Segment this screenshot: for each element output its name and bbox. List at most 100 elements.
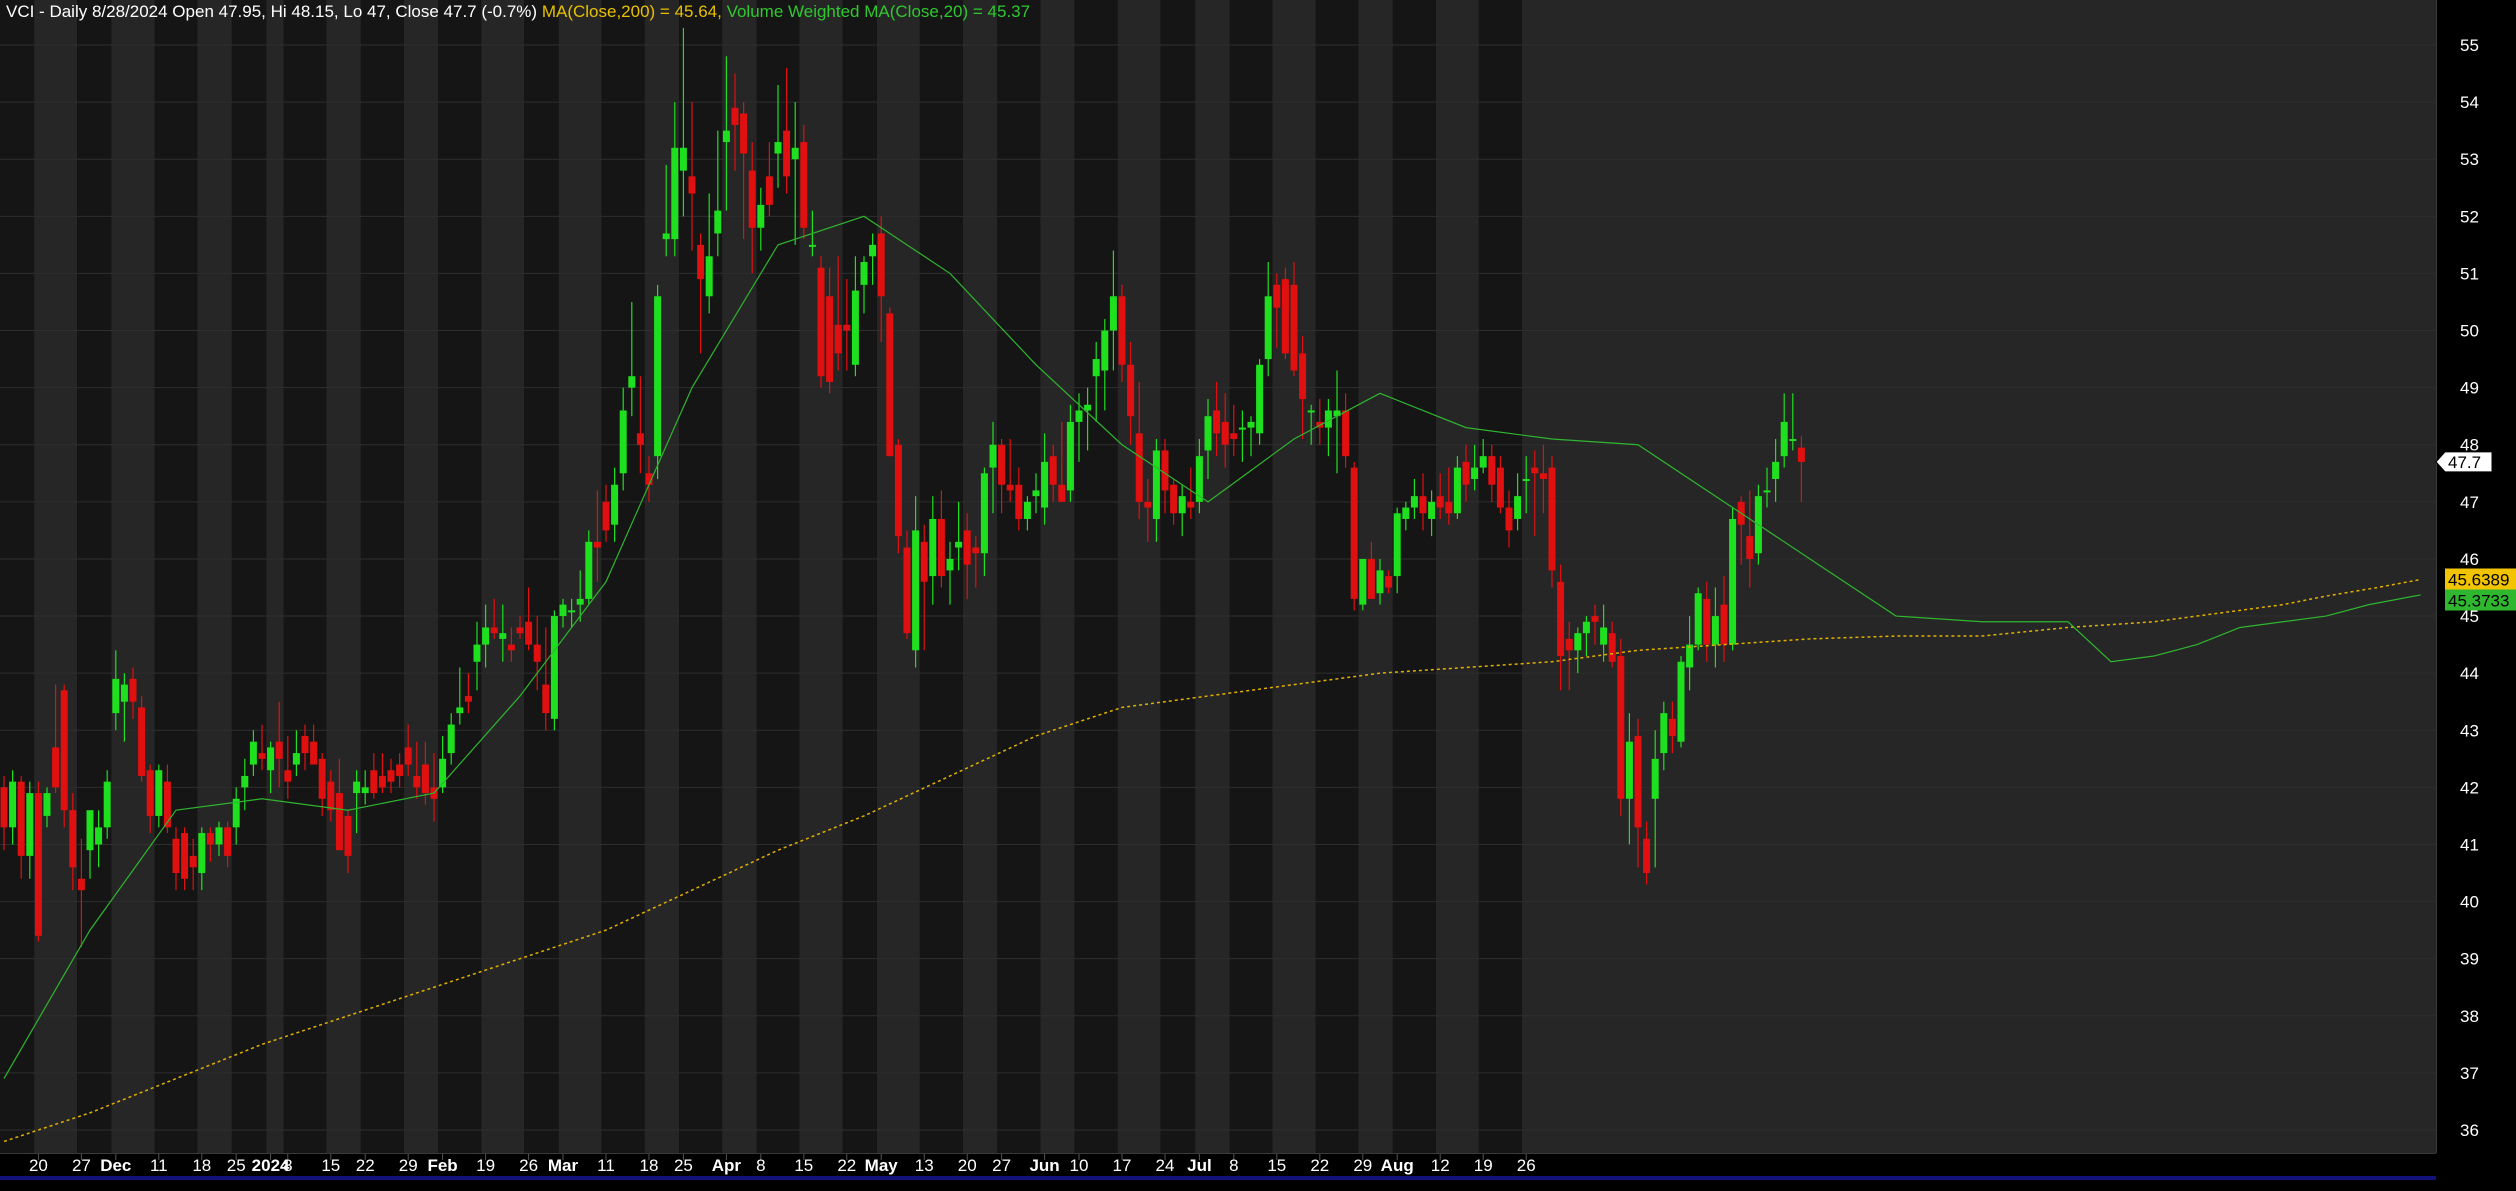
- candle: [800, 124, 808, 240]
- symbol-info: VCI - Daily 8/28/2024 Open 47.95, Hi 48.…: [6, 2, 538, 21]
- week-band: [266, 0, 284, 1153]
- week-band: [197, 0, 232, 1153]
- candle-body: [267, 747, 275, 771]
- vwma-price-label: 45.3733: [2448, 592, 2509, 611]
- candle-body: [1514, 496, 1522, 519]
- candle-body: [1711, 616, 1719, 645]
- week-band: [1074, 0, 1118, 1153]
- candle-body: [447, 724, 455, 754]
- candle-body: [1015, 484, 1023, 519]
- candle-body: [1643, 838, 1651, 874]
- week-band: [0, 0, 35, 1153]
- candle-body: [1780, 421, 1788, 457]
- week-band: [481, 0, 525, 1153]
- candle-body: [464, 696, 472, 702]
- candle-body: [1746, 536, 1754, 559]
- candle-body: [1144, 501, 1152, 508]
- price-chart[interactable]: 3637383940414243444546474849505152535455…: [0, 0, 2516, 1191]
- x-tick-label: 27: [992, 1156, 1011, 1175]
- y-tick-label: 47: [2460, 493, 2479, 512]
- x-tick-label: 29: [399, 1156, 418, 1175]
- candle-body: [757, 204, 765, 228]
- candle-body: [1023, 501, 1031, 519]
- candle-body: [258, 753, 266, 759]
- candle-body: [1075, 410, 1083, 422]
- candle-body: [611, 484, 619, 525]
- candle-body: [1204, 416, 1212, 451]
- candle-body: [1539, 473, 1547, 479]
- candle-body: [1178, 496, 1186, 514]
- candle-body: [937, 518, 945, 577]
- candle-body: [628, 376, 636, 388]
- candle-body: [155, 770, 163, 816]
- candle-body: [1385, 576, 1393, 588]
- candle-body: [0, 787, 8, 828]
- scroll-bar[interactable]: [0, 1176, 2436, 1180]
- candle-body: [1230, 433, 1238, 440]
- x-tick-label: 8: [1229, 1156, 1238, 1175]
- candle-body: [95, 827, 103, 845]
- candle-body: [1221, 421, 1229, 445]
- week-band: [962, 0, 998, 1153]
- candle-body: [619, 410, 627, 474]
- x-tick-label: 25: [227, 1156, 246, 1175]
- candle-body: [688, 176, 696, 194]
- candle-body: [912, 530, 920, 651]
- candle: [1359, 558, 1367, 611]
- candle-body: [318, 758, 326, 799]
- candle-body: [327, 781, 335, 811]
- x-tick-label: 13: [915, 1156, 934, 1175]
- candle-body: [301, 735, 309, 754]
- candle-body: [851, 290, 859, 365]
- x-tick-label: 22: [356, 1156, 375, 1175]
- candle-body: [1066, 421, 1074, 491]
- candle-body: [1264, 296, 1272, 360]
- candle-body: [585, 541, 593, 599]
- candle-body: [26, 793, 34, 856]
- week-band: [1521, 0, 2436, 1153]
- x-tick-label: 26: [519, 1156, 538, 1175]
- candle: [1729, 507, 1737, 651]
- candle-body: [34, 793, 42, 936]
- x-tick-label: 26: [1517, 1156, 1536, 1175]
- candle-body: [1789, 439, 1797, 442]
- chart-header: VCI - Daily 8/28/2024 Open 47.95, Hi 48.…: [6, 2, 1030, 22]
- candle-body: [671, 147, 679, 240]
- x-tick-label: 20: [29, 1156, 48, 1175]
- candle-body: [146, 770, 154, 816]
- candle-body: [1677, 661, 1685, 742]
- week-band: [1435, 0, 1479, 1153]
- last-price-tag: 47.7: [2435, 451, 2493, 473]
- candle-body: [189, 855, 197, 868]
- x-tick-label: 20: [958, 1156, 977, 1175]
- x-tick-label: 19: [1474, 1156, 1493, 1175]
- candle-body: [1058, 484, 1066, 502]
- y-tick-label: 43: [2460, 721, 2479, 740]
- candle-body: [1213, 410, 1221, 434]
- x-tick-label: 11: [150, 1156, 168, 1175]
- y-tick-label: 46: [2460, 550, 2479, 569]
- y-tick-label: 55: [2460, 36, 2479, 55]
- candle-body: [103, 781, 111, 828]
- candle-body: [1574, 633, 1582, 651]
- vwma-price-tag: 45.3733: [2445, 589, 2516, 611]
- candle-body: [654, 296, 662, 457]
- candle-body: [1608, 633, 1616, 662]
- candle-body: [576, 598, 584, 605]
- candle-body: [413, 775, 421, 788]
- candle-body: [1505, 507, 1513, 531]
- candle-body: [1651, 758, 1659, 799]
- candle-body: [1565, 638, 1573, 651]
- candle-body: [1290, 284, 1298, 371]
- week-bands: [0, 0, 2436, 1153]
- candle-body: [1625, 741, 1633, 799]
- candle-body: [1694, 593, 1702, 645]
- candle-body: [826, 296, 834, 382]
- candle-body: [1419, 496, 1427, 514]
- candle-body: [1041, 461, 1049, 508]
- candle: [1350, 461, 1358, 611]
- candle-body: [17, 781, 25, 856]
- x-tick-label: Mar: [548, 1156, 579, 1175]
- week-band: [1160, 0, 1196, 1153]
- candle-body: [765, 176, 773, 205]
